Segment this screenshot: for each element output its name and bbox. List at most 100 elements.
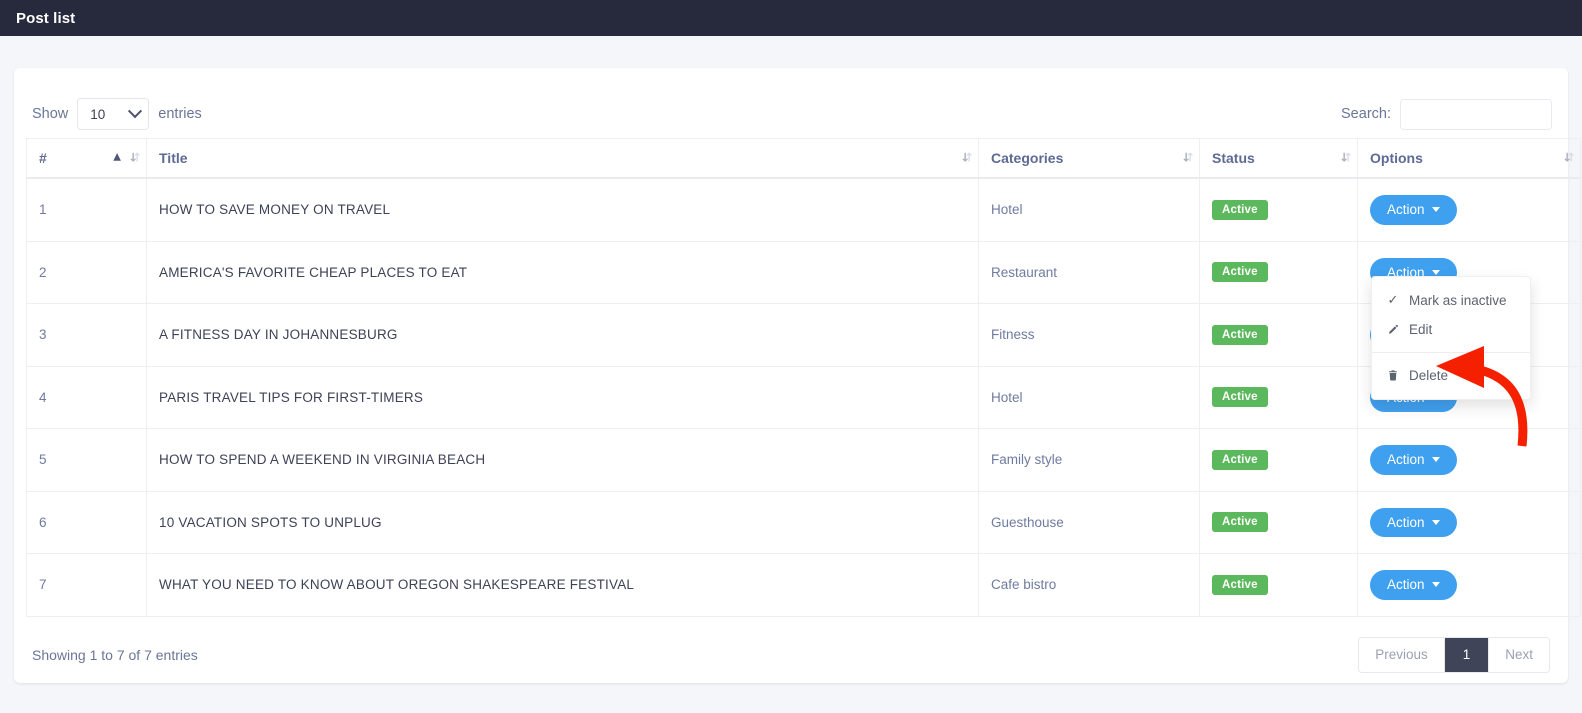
table-body: 1 HOW TO SAVE MONEY ON TRAVEL Hotel Active A… <box>26 177 1581 617</box>
datatable-footer: Showing 1 to 7 of 7 entries Previous 1 N… <box>26 617 1556 673</box>
table-head: # ▲ ↓ ↑ Title ↓ ↑ Categories ↓ ↑ Status … <box>26 138 1581 179</box>
sort-icon: ↓ ↑ <box>960 150 975 165</box>
cell-title: A FITNESS DAY IN JOHANNESBURG <box>146 303 979 367</box>
status-badge: Active <box>1212 387 1268 408</box>
caret-down-icon <box>1431 582 1440 588</box>
pagination-page-1[interactable]: 1 <box>1444 637 1490 672</box>
action-button[interactable]: Action <box>1370 570 1457 600</box>
dropdown-item-delete[interactable]: Delete <box>1372 361 1530 390</box>
entries-label: entries <box>158 106 202 122</box>
sort-control-options[interactable]: ↓ ↑ <box>1562 150 1577 166</box>
check-icon: ✓ <box>1387 293 1399 308</box>
action-button[interactable]: Action <box>1370 507 1457 537</box>
dropdown-divider <box>1372 352 1530 353</box>
cell-status: Active <box>1199 490 1358 554</box>
cell-number: 3 <box>26 303 147 367</box>
cell-number: 4 <box>26 365 147 429</box>
cell-category: Family style <box>978 428 1200 492</box>
cell-number: 1 <box>26 177 147 242</box>
dropdown-label-mark-as-inactive: Mark as inactive <box>1409 293 1507 308</box>
action-button[interactable]: Action <box>1370 195 1457 225</box>
pencil-icon <box>1386 324 1400 336</box>
sort-icon: ↓ ↑ <box>1181 150 1196 165</box>
cell-title: WHAT YOU NEED TO KNOW ABOUT OREGON SHAKE… <box>146 553 979 617</box>
column-label-title: Title <box>159 150 188 166</box>
dropdown-label-edit: Edit <box>1409 322 1433 337</box>
show-label: Show <box>32 106 69 122</box>
cell-options: Action <box>1357 553 1581 617</box>
dropdown-label-delete: Delete <box>1409 368 1449 383</box>
cell-status: Active <box>1199 240 1358 304</box>
pagination: Previous 1 Next <box>1358 636 1550 673</box>
table-row: 4 PARIS TRAVEL TIPS FOR FIRST-TIMERS Hotel… <box>26 365 1581 429</box>
cell-category: Hotel <box>978 365 1200 429</box>
column-label-options: Options <box>1370 150 1423 166</box>
status-badge: Active <box>1212 574 1268 595</box>
sort-icon: ↓ ↑ <box>1562 150 1577 165</box>
page-length-control: Show 10 entries <box>32 98 202 130</box>
caret-down-icon <box>1431 519 1440 525</box>
column-header-title[interactable]: Title ↓ ↑ <box>146 138 979 179</box>
pagination-next[interactable]: Next <box>1489 637 1549 672</box>
cell-title: AMERICA'S FAVORITE CHEAP PLACES TO EAT <box>146 240 979 304</box>
cell-options: Action <box>1357 177 1581 242</box>
column-label-status: Status <box>1212 150 1255 166</box>
dropdown-item-edit[interactable]: Edit <box>1372 315 1530 344</box>
status-badge: Active <box>1212 199 1268 220</box>
status-badge: Active <box>1212 262 1268 283</box>
datatable-controls: Show 10 entries Search: <box>26 90 1556 138</box>
page-title: Post list <box>16 9 76 27</box>
sort-icon: ↓ ↑ <box>128 150 143 165</box>
action-dropdown-menu: ✓ Mark as inactive Edit Delete <box>1371 276 1531 400</box>
pagination-previous[interactable]: Previous <box>1359 637 1445 672</box>
page-length-value: 10 <box>90 106 106 122</box>
table-header-row: # ▲ ↓ ↑ Title ↓ ↑ Categories ↓ ↑ Status … <box>26 138 1581 179</box>
sort-control-categories[interactable]: ↓ ↑ <box>1181 150 1196 166</box>
table-row: 3A FITNESS DAY IN JOHANNESBURG Fitness Act… <box>26 303 1581 367</box>
cell-category: Hotel <box>978 177 1200 242</box>
caret-down-icon <box>1431 207 1440 213</box>
search-input[interactable] <box>1400 98 1552 130</box>
table-row: 7 WHAT YOU NEED TO KNOW ABOUT OREGON SHAK… <box>26 553 1581 617</box>
table-row: 1 HOW TO SAVE MONEY ON TRAVEL Hotel Active A… <box>26 177 1581 242</box>
cell-title: HOW TO SPEND A WEEKEND IN VIRGINIA BEACH <box>146 428 979 492</box>
cell-status: Active <box>1199 303 1358 367</box>
sort-control-title[interactable]: ↓ ↑ <box>960 150 975 166</box>
topbar: Post list <box>0 0 1582 36</box>
cell-number: 7 <box>26 553 147 617</box>
column-header-status[interactable]: Status ↓ ↑ <box>1199 138 1358 179</box>
status-badge: Active <box>1212 449 1268 470</box>
chevron-down-icon <box>128 104 143 119</box>
dropdown-item-mark-as-inactive[interactable]: ✓ Mark as inactive <box>1372 286 1530 315</box>
cell-category: Fitness <box>978 303 1200 367</box>
cell-number: 6 <box>26 490 147 554</box>
cell-options: Action <box>1357 428 1581 492</box>
cell-options: Action <box>1357 490 1581 554</box>
cell-title: PARIS TRAVEL TIPS FOR FIRST-TIMERS <box>146 365 979 429</box>
cell-category: Cafe bistro <box>978 553 1200 617</box>
action-button[interactable]: Action <box>1370 445 1457 475</box>
cell-title: HOW TO SAVE MONEY ON TRAVEL <box>146 177 979 242</box>
sort-control-status[interactable]: ↓ ↑ <box>1339 150 1354 166</box>
trash-icon <box>1386 369 1400 382</box>
caret-down-icon <box>1431 457 1440 463</box>
datatable-card: Show 10 entries Search: # ▲ ↓ ↑ Title ↓ … <box>14 68 1581 683</box>
column-label-num: # <box>39 150 47 166</box>
column-header-categories[interactable]: Categories ↓ ↑ <box>978 138 1200 179</box>
search-control: Search: <box>1341 98 1552 130</box>
action-button-label: Action <box>1387 452 1425 467</box>
column-header-options[interactable]: Options ↓ ↑ <box>1357 138 1581 179</box>
cell-status: Active <box>1199 365 1358 429</box>
cell-status: Active <box>1199 553 1358 617</box>
cell-title: 10 VACATION SPOTS TO UNPLUG <box>146 490 979 554</box>
sort-control-num[interactable]: ▲ ↓ ↑ <box>113 150 143 166</box>
column-header-num[interactable]: # ▲ ↓ ↑ <box>26 138 147 179</box>
post-table: # ▲ ↓ ↑ Title ↓ ↑ Categories ↓ ↑ Status … <box>26 138 1581 617</box>
cell-category: Guesthouse <box>978 490 1200 554</box>
page-length-select[interactable]: 10 <box>77 98 150 130</box>
cell-number: 5 <box>26 428 147 492</box>
status-badge: Active <box>1212 512 1268 533</box>
search-label: Search: <box>1341 106 1391 122</box>
action-button-label: Action <box>1387 202 1425 217</box>
sort-icon: ↓ ↑ <box>1339 150 1354 165</box>
